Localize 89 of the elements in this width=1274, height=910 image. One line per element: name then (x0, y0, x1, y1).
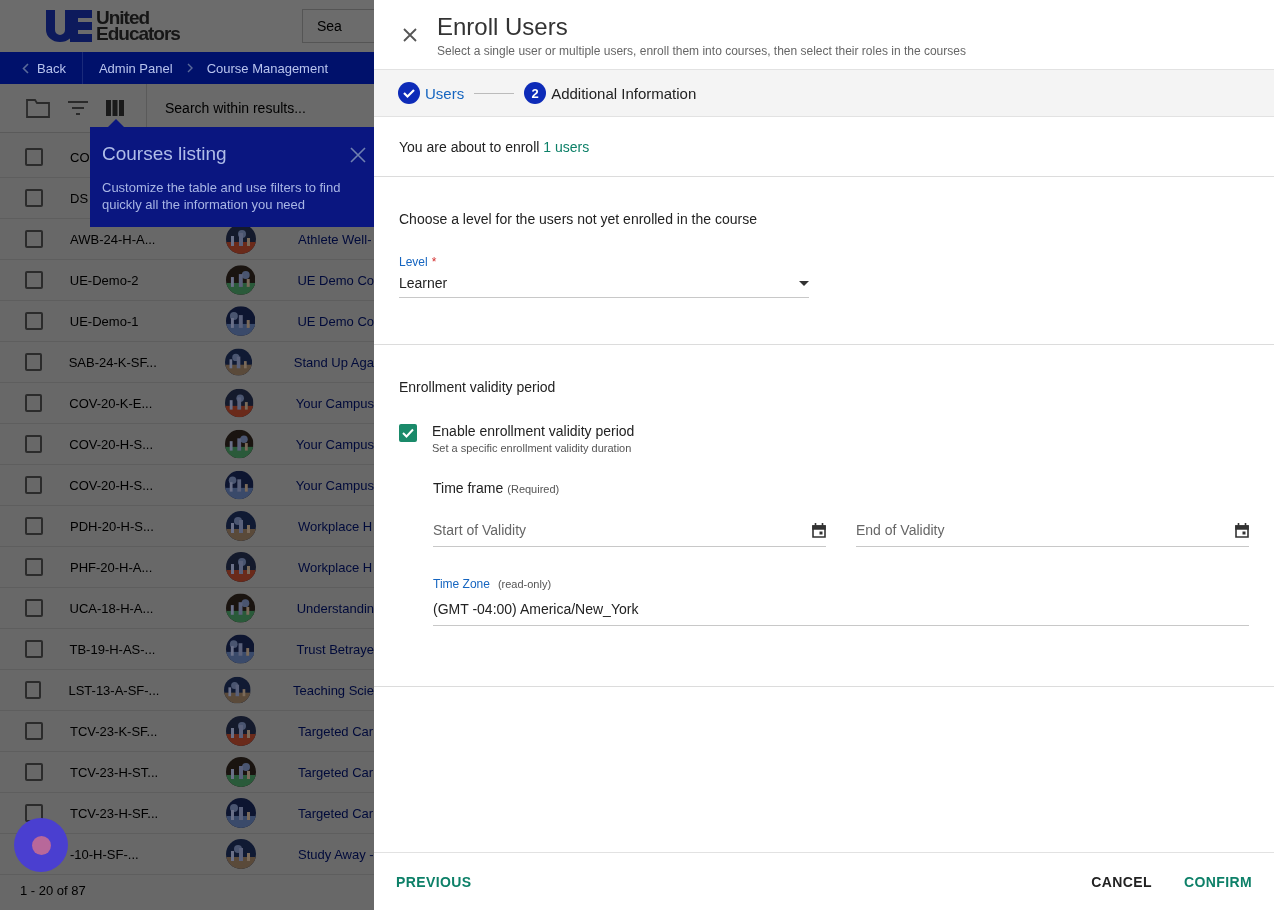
course-title-link[interactable]: Targeted Car (298, 764, 374, 780)
step: 2 Additional Information (524, 82, 697, 104)
section-heading: Choose a level for the users not yet enrolled in the course (399, 211, 758, 227)
columns-icon[interactable] (106, 100, 124, 116)
check-circle-icon (398, 82, 420, 104)
required-note: (Required) (507, 483, 560, 495)
course-title-link[interactable]: UE Demo Co (297, 272, 374, 288)
course-title-link[interactable]: Stand Up Aga (293, 354, 374, 370)
checkbox[interactable] (25, 476, 43, 494)
course-code: TCV-23-H-SF... (70, 805, 159, 821)
checkbox[interactable] (25, 271, 43, 289)
course-code: UE-Demo-1 (69, 313, 139, 329)
course-code: SAB-24-K-SF... (68, 354, 157, 370)
course-code: DS (70, 190, 89, 206)
course-code: CO (70, 149, 90, 165)
course-title-link[interactable]: Workplace H (298, 518, 373, 534)
checkbox[interactable] (25, 640, 43, 658)
course-code: PDH-20-H-S... (70, 518, 154, 534)
checkbox[interactable] (25, 722, 43, 740)
course-code: TCV-23-H-ST... (70, 764, 159, 780)
logo-icon (46, 10, 92, 42)
course-title-link[interactable]: Trust Betraye (296, 641, 374, 657)
checkbox[interactable] (399, 424, 417, 442)
step: Users (398, 82, 465, 104)
dropdown-caret-icon (799, 280, 809, 286)
checkbox[interactable] (25, 517, 43, 535)
chevron-left-icon (22, 62, 29, 74)
course-code: LST-13-A-SF-... (68, 682, 160, 698)
breadcrumb-link[interactable]: Admin Panel (98, 60, 173, 76)
date-field[interactable]: Start of Validity (433, 522, 826, 547)
course-title-link[interactable]: Targeted Car (298, 805, 374, 821)
course-code: COV-20-H-S... (69, 477, 154, 493)
course-code: AWB-24-H-A... (70, 231, 156, 247)
cancel-button[interactable]: CANCEL (1085, 867, 1158, 896)
breadcrumb-link[interactable]: Course Management (206, 60, 329, 76)
close-button[interactable] (403, 28, 417, 42)
checkbox[interactable] (25, 558, 43, 576)
course-title-link[interactable]: Workplace H (298, 559, 373, 575)
tooltip-text: Customize the table and use filters to find quickly all the information you need (102, 179, 342, 213)
course-code: TB-19-H-AS-... (69, 641, 156, 657)
time-zone-field: Time Zone (read-only) (GMT -04:00) America/New_York (433, 577, 1249, 626)
filter-icon[interactable] (68, 101, 88, 115)
course-title-link[interactable]: Your Campus (295, 436, 374, 452)
folder-icon[interactable] (26, 98, 50, 118)
checkbox[interactable] (25, 312, 43, 330)
checkbox[interactable] (25, 681, 42, 699)
checkbox[interactable] (25, 148, 43, 166)
course-title-link[interactable]: Athlete Well- (298, 231, 372, 247)
course-title-link[interactable]: Study Away - (298, 846, 374, 862)
course-code: UCA-18-H-A... (69, 600, 154, 616)
course-code: COV-20-K-E... (69, 395, 153, 411)
section-heading: Enrollment validity period (399, 379, 557, 395)
course-title-link[interactable]: Teaching Scie (293, 682, 374, 698)
help-button[interactable] (14, 818, 68, 872)
course-code: COV-20-H-S... (69, 436, 154, 452)
course-title-link[interactable]: UE Demo Co (297, 313, 374, 329)
dialog-title: Enroll Users (437, 13, 569, 41)
checkbox[interactable] (25, 435, 43, 453)
course-code: UE-Demo-2 (69, 272, 139, 288)
course-title-link[interactable]: Your Campus (295, 477, 374, 493)
course-code: PHF-20-H-A... (70, 559, 153, 575)
checkbox[interactable] (25, 394, 43, 412)
close-icon[interactable] (350, 147, 366, 163)
enroll-summary: You are about to enroll 1 users (399, 138, 590, 155)
checkbox[interactable] (25, 763, 43, 781)
level-dropdown[interactable]: Level * Learner (399, 255, 809, 298)
calendar-icon[interactable] (812, 522, 826, 538)
logo-text: United Educators (96, 10, 180, 42)
course-title-link[interactable]: Your Campus (295, 395, 374, 411)
dialog-subtitle: Select a single user or multiple users, enroll them into courses, then select their roles in the courses (437, 44, 966, 58)
chevron-right-icon (186, 63, 193, 73)
course-title-link[interactable]: Targeted Car (298, 723, 374, 739)
checkbox-hint: Set a specific enrollment validity duration (432, 442, 633, 454)
field-label: Time frame (433, 480, 504, 496)
confirm-button[interactable]: CONFIRM (1177, 867, 1258, 896)
course-code: TCV-23-K-SF... (70, 723, 158, 739)
course-title-link[interactable]: Understandin (296, 600, 374, 616)
checkbox[interactable] (25, 230, 43, 248)
calendar-icon[interactable] (1235, 522, 1249, 538)
tooltip-title: Courses listing (102, 143, 227, 165)
search-field[interactable]: Search within results... (147, 100, 306, 116)
checkbox[interactable] (25, 599, 43, 617)
pagination-text: 1 - 20 of 87 (19, 883, 87, 898)
checkbox[interactable] (25, 353, 42, 371)
checkbox[interactable] (25, 189, 43, 207)
checkbox-label: Enable enrollment validity period (432, 423, 635, 439)
course-code: -10-H-SF-... (70, 846, 139, 862)
date-field[interactable]: End of Validity (856, 522, 1249, 547)
previous-button[interactable]: PREVIOUS (390, 867, 478, 896)
